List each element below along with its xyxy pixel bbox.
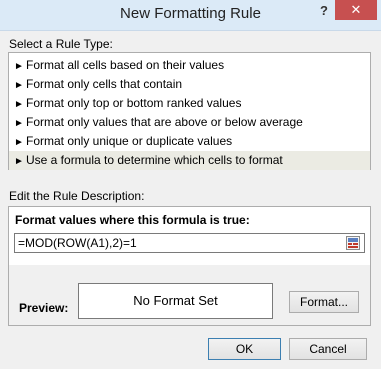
arrow-right-icon: ► bbox=[14, 61, 24, 72]
arrow-right-icon: ► bbox=[14, 80, 24, 91]
cancel-button[interactable]: Cancel bbox=[289, 338, 367, 360]
rule-type-item-cells-contain[interactable]: ► Format only cells that contain bbox=[9, 75, 370, 94]
formula-section: Format values where this formula is true… bbox=[9, 207, 370, 265]
rule-type-item-label: Format only cells that contain bbox=[26, 77, 183, 91]
rule-type-item-label: Format only unique or duplicate values bbox=[26, 134, 233, 148]
formula-value: =MOD(ROW(A1),2)=1 bbox=[18, 236, 137, 250]
close-button[interactable]: ✕ bbox=[335, 0, 377, 20]
rule-description-panel: Format values where this formula is true… bbox=[8, 206, 371, 326]
preview-label: Preview: bbox=[19, 301, 69, 315]
arrow-right-icon: ► bbox=[14, 137, 24, 148]
rule-description-label: Edit the Rule Description: bbox=[9, 189, 145, 203]
format-preview: No Format Set bbox=[78, 283, 273, 319]
rule-type-item-use-formula[interactable]: ► Use a formula to determine which cells … bbox=[9, 151, 370, 170]
arrow-right-icon: ► bbox=[14, 118, 24, 129]
help-button[interactable]: ? bbox=[315, 2, 333, 20]
ok-button[interactable]: OK bbox=[208, 338, 281, 360]
title-bar[interactable]: New Formatting Rule ? ✕ bbox=[0, 0, 381, 31]
rule-type-label: Select a Rule Type: bbox=[9, 37, 113, 51]
rule-type-item-label: Use a formula to determine which cells t… bbox=[26, 153, 283, 167]
rule-type-item-unique-duplicate[interactable]: ► Format only unique or duplicate values bbox=[9, 132, 370, 151]
formula-input[interactable]: =MOD(ROW(A1),2)=1 bbox=[14, 233, 365, 253]
rule-type-list: ► Format all cells based on their values … bbox=[8, 52, 371, 170]
rule-type-item-all-cells[interactable]: ► Format all cells based on their values bbox=[9, 56, 370, 75]
rule-type-item-top-bottom[interactable]: ► Format only top or bottom ranked values bbox=[9, 94, 370, 113]
rule-type-item-label: Format only top or bottom ranked values bbox=[26, 96, 242, 110]
format-button[interactable]: Format... bbox=[289, 291, 359, 313]
arrow-right-icon: ► bbox=[14, 99, 24, 110]
rule-type-item-above-below-average[interactable]: ► Format only values that are above or be… bbox=[9, 113, 370, 132]
rule-type-item-label: Format only values that are above or bel… bbox=[26, 115, 303, 129]
arrow-right-icon: ► bbox=[14, 156, 24, 167]
range-selector-icon[interactable] bbox=[346, 236, 360, 250]
formula-heading: Format values where this formula is true… bbox=[15, 213, 250, 227]
rule-type-item-label: Format all cells based on their values bbox=[26, 58, 225, 72]
new-formatting-rule-dialog: New Formatting Rule ? ✕ Select a Rule Ty… bbox=[0, 0, 381, 369]
